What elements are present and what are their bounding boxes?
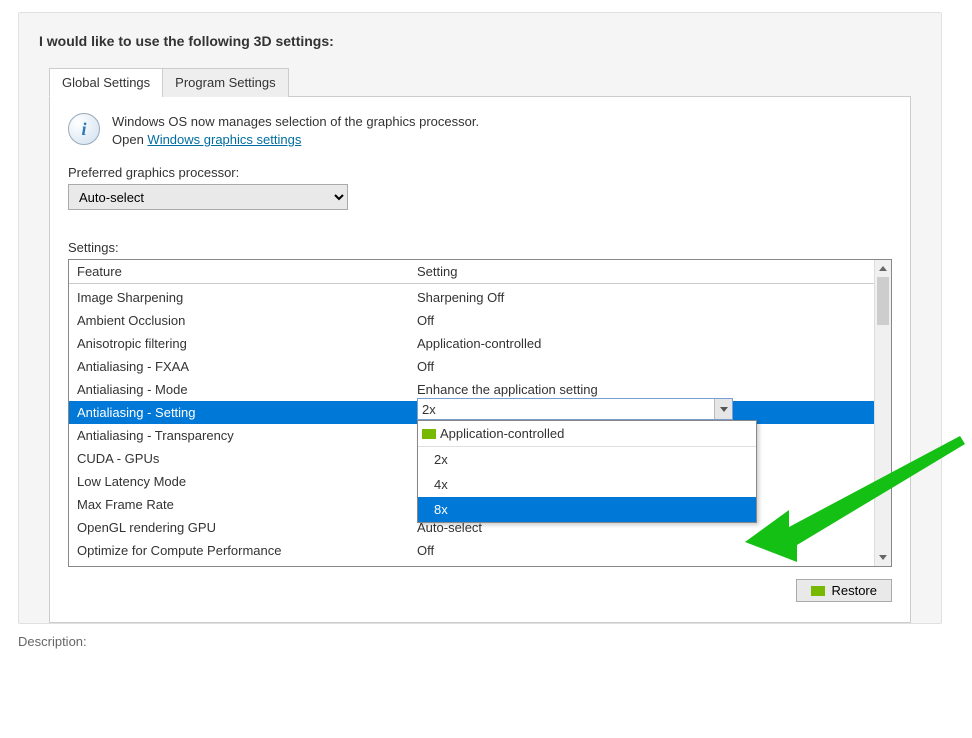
feature-cell: Antialiasing - FXAA xyxy=(77,356,417,377)
scroll-thumb[interactable] xyxy=(877,277,889,325)
scroll-up-button[interactable] xyxy=(875,260,891,277)
feature-cell: Anisotropic filtering xyxy=(77,333,417,354)
restore-button[interactable]: Restore xyxy=(796,579,892,602)
dropdown-option[interactable]: 8x xyxy=(418,497,756,522)
table-row[interactable]: Power management modeOptimal power xyxy=(69,562,874,566)
setting-cell: Off xyxy=(417,540,874,561)
preferred-processor-select[interactable]: Auto-select xyxy=(68,184,348,210)
feature-cell: Antialiasing - Mode xyxy=(77,379,417,400)
info-icon: i xyxy=(68,113,100,145)
info-row: i Windows OS now manages selection of th… xyxy=(68,113,892,149)
table-row[interactable]: Anisotropic filteringApplication-control… xyxy=(69,332,874,355)
dropdown-option[interactable]: 4x xyxy=(418,472,756,497)
setting-cell: Off xyxy=(417,310,874,331)
feature-cell: Max Frame Rate xyxy=(77,494,417,515)
settings-scrollbar[interactable] xyxy=(874,260,891,566)
tab-program-settings[interactable]: Program Settings xyxy=(162,68,288,97)
table-row[interactable]: Antialiasing - FXAAOff xyxy=(69,355,874,378)
restore-button-label: Restore xyxy=(831,583,877,598)
setting-cell: Sharpening Off xyxy=(417,287,874,308)
setting-cell: Application-controlled xyxy=(417,333,874,354)
nvidia-logo-icon xyxy=(811,586,825,596)
feature-cell: Antialiasing - Transparency xyxy=(77,425,417,446)
table-row[interactable]: Ambient OcclusionOff xyxy=(69,309,874,332)
feature-cell: Ambient Occlusion xyxy=(77,310,417,331)
antialiasing-setting-combo-button[interactable] xyxy=(714,399,732,419)
settings-panel: I would like to use the following 3D set… xyxy=(18,12,942,624)
table-row[interactable]: Image SharpeningSharpening Off xyxy=(69,286,874,309)
setting-cell: Enhance the application setting xyxy=(417,379,874,400)
tab-container: Global Settings Program Settings i Windo… xyxy=(49,67,911,623)
setting-cell: Off xyxy=(417,356,874,377)
tab-global-settings[interactable]: Global Settings xyxy=(49,68,163,97)
settings-header: Feature Setting xyxy=(69,260,891,284)
feature-cell: Image Sharpening xyxy=(77,287,417,308)
dropdown-option[interactable]: Application-controlled xyxy=(418,421,756,447)
windows-graphics-settings-link[interactable]: Windows graphics settings xyxy=(147,132,301,147)
dropdown-option-label: Application-controlled xyxy=(440,423,564,444)
tab-body: i Windows OS now manages selection of th… xyxy=(49,97,911,623)
settings-label: Settings: xyxy=(68,240,892,255)
dropdown-option[interactable]: 2x xyxy=(418,447,756,472)
nvidia-logo-icon xyxy=(422,429,436,439)
feature-cell: CUDA - GPUs xyxy=(77,448,417,469)
scroll-down-button[interactable] xyxy=(875,549,891,566)
table-row[interactable]: Optimize for Compute PerformanceOff xyxy=(69,539,874,562)
antialiasing-setting-combo[interactable]: 2x xyxy=(417,398,733,420)
info-text: Windows OS now manages selection of the … xyxy=(112,113,479,149)
info-line2-prefix: Open xyxy=(112,132,147,147)
antialiasing-setting-combo-value: 2x xyxy=(418,402,714,417)
preferred-processor-label: Preferred graphics processor: xyxy=(68,165,892,180)
description-label: Description: xyxy=(18,634,972,649)
feature-cell: Low Latency Mode xyxy=(77,471,417,492)
feature-cell: Antialiasing - Setting xyxy=(77,402,417,423)
info-line1: Windows OS now manages selection of the … xyxy=(112,114,479,129)
header-feature: Feature xyxy=(77,264,417,279)
setting-cell: Optimal power xyxy=(417,563,874,566)
panel-heading: I would like to use the following 3D set… xyxy=(19,13,941,67)
feature-cell: OpenGL rendering GPU xyxy=(77,517,417,538)
settings-listbox: Feature Setting Image SharpeningSharpeni… xyxy=(68,259,892,567)
restore-row: Restore xyxy=(68,579,892,602)
tab-bar: Global Settings Program Settings xyxy=(49,67,911,97)
antialiasing-setting-dropdown: Application-controlled 2x4x8x xyxy=(417,420,757,523)
header-setting: Setting xyxy=(417,264,891,279)
feature-cell: Optimize for Compute Performance xyxy=(77,540,417,561)
feature-cell: Power management mode xyxy=(77,563,417,566)
